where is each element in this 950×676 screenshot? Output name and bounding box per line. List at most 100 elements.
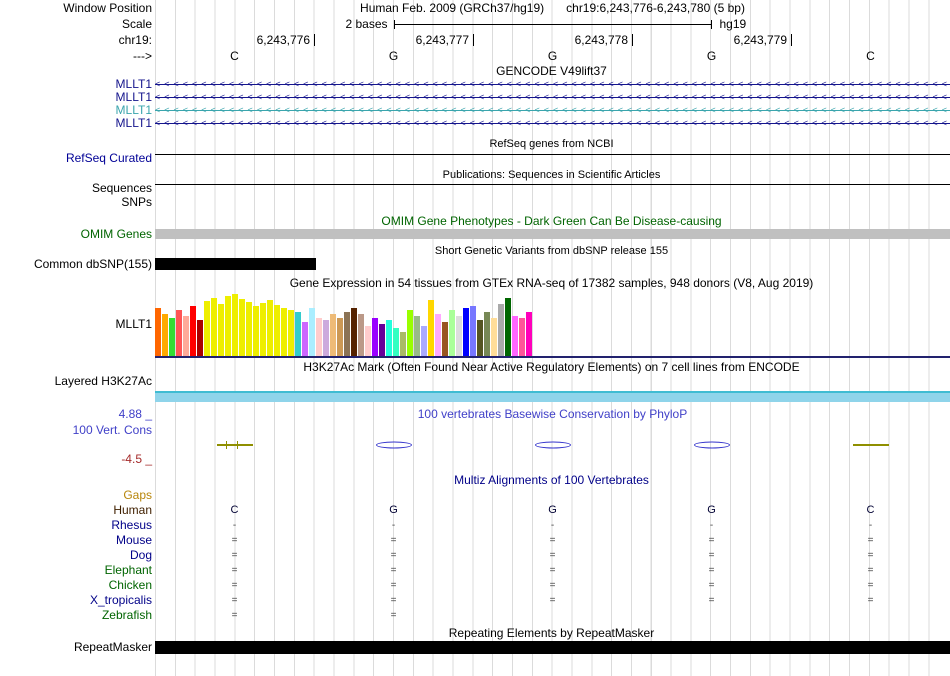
gtex-expression-bar[interactable] <box>246 302 252 356</box>
gtex-expression-bar[interactable] <box>449 310 455 356</box>
gtex-expression-bar[interactable] <box>337 318 343 356</box>
species-label[interactable]: X_tropicalis <box>0 593 155 608</box>
gtex-expression-bar[interactable] <box>519 318 525 356</box>
conservation-glyph[interactable] <box>693 441 730 449</box>
omim-genes-label[interactable]: OMIM Genes <box>0 228 155 240</box>
gtex-expression-chart[interactable] <box>155 290 950 358</box>
omim-track-bar[interactable] <box>155 229 950 239</box>
gtex-expression-bar[interactable] <box>302 322 308 356</box>
species-label[interactable]: Dog <box>0 548 155 563</box>
gtex-expression-bar[interactable] <box>169 318 175 356</box>
gtex-expression-bar[interactable] <box>232 294 238 356</box>
gene-line[interactable]: <<<<<<<<<<<<<<<<<<<<<<<<<<<<<<<<<<<<<<<<… <box>155 78 950 91</box>
conservation-glyph[interactable] <box>375 441 412 449</box>
phylop-track-label[interactable]: 100 Vert. Cons <box>0 423 152 437</box>
gtex-expression-bar[interactable] <box>463 308 469 356</box>
gtex-expression-bar[interactable] <box>309 308 315 356</box>
gtex-expression-bar[interactable] <box>204 301 210 356</box>
dbsnp-track-bar[interactable] <box>155 258 316 270</box>
gtex-expression-bar[interactable] <box>491 318 497 356</box>
gtex-expression-bar[interactable] <box>176 310 182 356</box>
gtex-expression-bar[interactable] <box>344 312 350 356</box>
snps-label[interactable]: SNPs <box>0 195 155 210</box>
gene-label[interactable]: MLLT1 <box>0 91 155 104</box>
conservation-glyph[interactable] <box>534 441 571 449</box>
gene-line[interactable]: <<<<<<<<<<<<<<<<<<<<<<<<<<<<<<<<<<<<<<<<… <box>155 91 950 104</box>
conservation-glyph[interactable] <box>852 444 889 446</box>
gene-line[interactable]: <<<<<<<<<<<<<<<<<<<<<<<<<<<<<<<<<<<<<<<<… <box>155 117 950 130</box>
gtex-expression-bar[interactable] <box>477 320 483 356</box>
gtex-expression-bar[interactable] <box>512 316 518 356</box>
gtex-expression-bar[interactable] <box>428 300 434 356</box>
gtex-expression-bar[interactable] <box>358 314 364 356</box>
dbsnp-label[interactable]: Common dbSNP(155) <box>0 257 155 272</box>
h3k27ac-signal-bar[interactable] <box>155 393 950 402</box>
gtex-expression-bar[interactable] <box>351 308 357 356</box>
gtex-expression-bar[interactable] <box>456 316 462 356</box>
gtex-expression-bar[interactable] <box>498 304 504 356</box>
gtex-expression-bar[interactable] <box>435 314 441 356</box>
gtex-expression-bar[interactable] <box>183 316 189 356</box>
gene-label[interactable]: MLLT1 <box>0 104 155 117</box>
gtex-expression-bar[interactable] <box>442 322 448 356</box>
gtex-expression-bar[interactable] <box>155 308 161 356</box>
refseq-curated-label[interactable]: RefSeq Curated <box>0 151 155 165</box>
repeatmasker-track-bar[interactable] <box>155 641 950 654</box>
gtex-expression-bar[interactable] <box>407 310 413 356</box>
base-letter: G <box>547 49 558 63</box>
species-label[interactable]: Zebrafish <box>0 608 155 623</box>
gtex-expression-bar[interactable] <box>330 314 336 356</box>
gene-line[interactable]: <<<<<<<<<<<<<<<<<<<<<<<<<<<<<<<<<<<<<<<<… <box>155 104 950 117</box>
gtex-expression-bar[interactable] <box>211 298 217 356</box>
alignment-track: ----- <box>155 518 950 533</box>
gtex-expression-bar[interactable] <box>260 303 266 356</box>
gtex-expression-bar[interactable] <box>365 326 371 356</box>
gtex-expression-bar[interactable] <box>239 299 245 356</box>
gtex-expression-bar[interactable] <box>323 320 329 356</box>
species-label[interactable]: Chicken <box>0 578 155 593</box>
gtex-expression-bar[interactable] <box>253 306 259 356</box>
species-label[interactable]: Rhesus <box>0 518 155 533</box>
gtex-expression-bar[interactable] <box>400 332 406 356</box>
gtex-expression-bar[interactable] <box>295 312 301 356</box>
sequences-label[interactable]: Sequences <box>0 181 155 195</box>
species-label[interactable]: Mouse <box>0 533 155 548</box>
gtex-expression-bar[interactable] <box>386 320 392 356</box>
conservation-glyph[interactable] <box>216 441 253 449</box>
gtex-expression-bar[interactable] <box>372 318 378 356</box>
sequences-dense-track[interactable] <box>155 184 950 185</box>
gtex-expression-bar[interactable] <box>162 314 168 356</box>
gtex-expression-bar[interactable] <box>197 320 203 356</box>
refseq-dense-track[interactable] <box>155 154 950 155</box>
gtex-expression-bar[interactable] <box>218 304 224 356</box>
repeatmasker-label[interactable]: RepeatMasker <box>0 640 155 655</box>
gtex-expression-bar[interactable] <box>190 306 196 356</box>
gtex-expression-bar[interactable] <box>526 312 532 356</box>
alignment-row: Mouse = = = = = <box>0 533 950 548</box>
conservation-track[interactable] <box>155 422 950 468</box>
gtex-expression-bar[interactable] <box>281 308 287 356</box>
species-label[interactable]: Gaps <box>0 488 155 503</box>
gtex-expression-bar[interactable] <box>267 300 273 356</box>
gtex-expression-bar[interactable] <box>288 310 294 356</box>
gene-label[interactable]: MLLT1 <box>0 78 155 91</box>
ruler-row[interactable]: chr19: 6,243,776 6,243,777 6,243,778 6,243,… <box>0 32 950 49</box>
h3k27ac-label[interactable]: Layered H3K27Ac <box>0 374 155 403</box>
gtex-expression-bar[interactable] <box>225 296 231 356</box>
species-label[interactable]: Human <box>0 503 155 518</box>
gtex-expression-bar[interactable] <box>421 326 427 356</box>
gtex-expression-bar[interactable] <box>470 306 476 356</box>
base-position-ruler[interactable]: 6,243,776 6,243,777 6,243,778 6,243,779 <box>155 32 950 49</box>
species-label[interactable]: Elephant <box>0 563 155 578</box>
gtex-expression-bar[interactable] <box>393 328 399 356</box>
gene-label[interactable]: MLLT1 <box>0 117 155 130</box>
gtex-gene-label[interactable]: MLLT1 <box>0 290 155 358</box>
gtex-expression-bar[interactable] <box>484 312 490 356</box>
gtex-expression-bar[interactable] <box>505 298 511 356</box>
strand-direction-label[interactable]: ---> <box>0 49 155 64</box>
gtex-expression-bar[interactable] <box>379 324 385 356</box>
gtex-expression-bar[interactable] <box>414 316 420 356</box>
gtex-expression-bar[interactable] <box>274 305 280 356</box>
gtex-expression-bar[interactable] <box>316 318 322 356</box>
alignment-mark: = <box>708 550 715 561</box>
